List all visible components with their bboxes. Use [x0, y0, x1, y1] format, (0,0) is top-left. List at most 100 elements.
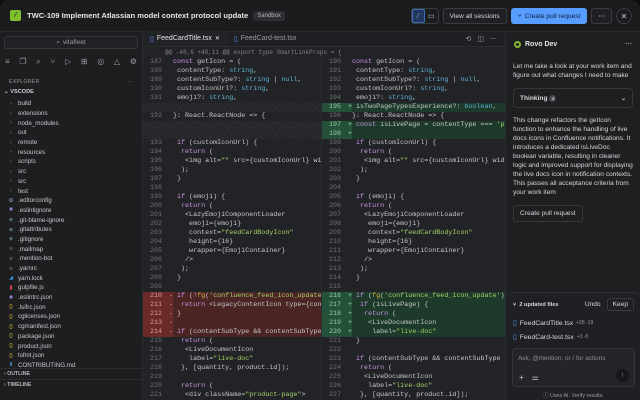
editor-more-icon[interactable]: ⋯ [490, 35, 497, 43]
code-line: 190 customIconUrl?: string, [143, 85, 321, 94]
chat-input[interactable]: Ask, @mention, or / for actions + ⚌ ↑ [512, 348, 635, 387]
timeline-section[interactable]: › TIMELINE [0, 379, 143, 389]
tree-item[interactable]: › extensions [0, 109, 142, 119]
diff-marker [344, 202, 352, 211]
tree-item[interactable]: › node_modules [0, 118, 142, 128]
code-line: 201 <img alt="" src={customIconUrl} widt… [322, 157, 505, 166]
tree-root[interactable]: ⌄ VSCODE [0, 89, 142, 99]
tree-item[interactable]: › test [0, 186, 142, 196]
view-toggle[interactable]: ⁄ ▭ [410, 8, 439, 24]
diff-marker [344, 157, 352, 166]
undo-button[interactable]: Undo [582, 299, 604, 310]
code-view-icon[interactable]: ⁄ [411, 9, 425, 23]
tree-item[interactable]: › resources [0, 147, 142, 157]
tree-item[interactable]: {} cglicenses.json [0, 312, 142, 322]
explorer-more-button[interactable]: ⋯ [128, 79, 134, 85]
diff-marker [344, 184, 352, 193]
tree-item[interactable]: {} .lsifrc.json [0, 302, 142, 312]
tree-item[interactable]: ◢ yarn.lock [0, 273, 142, 283]
tree-item[interactable]: ◆ .gitattributes [0, 225, 142, 235]
line-number: 203 [149, 229, 162, 237]
code-line: 205 wrapper={EmojiContainer} [143, 247, 321, 256]
preview-view-icon[interactable]: ▭ [425, 9, 438, 23]
more-button[interactable]: ⋯ [591, 8, 612, 24]
line-number: 206 [328, 202, 341, 210]
code-text: } [352, 274, 361, 282]
tab-feedcard-test[interactable]: ▯ FeedCard-test.tsx [227, 31, 304, 46]
tree-item[interactable]: ≡ .yarnrc [0, 264, 142, 274]
changed-file[interactable]: ▯ FeedCard-test.tsx +3 -5 [506, 330, 640, 344]
modified-pane[interactable]: 190 const getIcon = (191 contentType: str… [322, 58, 505, 400]
diff-marker: + [344, 130, 353, 139]
code-text: <LiveDocumentIcon [352, 319, 437, 327]
tree-item[interactable]: › src [0, 177, 142, 187]
tree-item[interactable]: ≡ .mention-bot [0, 254, 142, 264]
tree-item[interactable]: ⚙ .editorconfig [0, 196, 142, 206]
tree-item[interactable]: ▮ gulpfile.js [0, 283, 142, 293]
code-line: 200 return ( [143, 202, 321, 211]
line-number: 190 [328, 58, 341, 66]
create-pull-request-button[interactable]: ⑂ Create pull request [510, 8, 588, 24]
line-number: 195 [149, 157, 162, 165]
tree-item[interactable]: › scripts [0, 157, 142, 167]
tree-item-label: extensions [18, 110, 48, 118]
extensions-icon[interactable]: ⊞ [81, 57, 88, 67]
thinking-dropdown[interactable]: Thinking 4 ⌄ [513, 88, 633, 108]
diff-marker [344, 274, 352, 283]
tree-item[interactable]: › src [0, 167, 142, 177]
tab-close-icon[interactable]: ✕ [215, 35, 220, 42]
search-input[interactable]: ⌕ vitafleet [4, 36, 138, 49]
tree-item[interactable]: ◆ .git-blame-ignore [0, 215, 142, 225]
search-icon: ⌕ [56, 38, 60, 46]
source-control-icon[interactable]: ⑂ [50, 57, 55, 67]
split-editor-icon[interactable]: ◫ [477, 35, 484, 43]
tree-item[interactable]: › build [0, 99, 142, 109]
line-number: 210 [328, 238, 341, 246]
tab-feedcardtitle[interactable]: ▯ FeedCardTitle.tsx ✕ [143, 31, 227, 46]
changed-file[interactable]: ▯ FeedCardTitle.tsx +28 -19 [506, 316, 640, 330]
tree-item[interactable]: ✺ .eslintrc.json [0, 293, 142, 303]
remote-icon[interactable]: ◎ [97, 57, 104, 67]
code-text: return ( [360, 364, 393, 372]
tree-item[interactable]: ◆ .gitignore [0, 235, 142, 245]
tree-item[interactable]: {} tsfmt.json [0, 351, 142, 361]
code-text: if (!fg('confluence_feed_icon_update')) … [177, 292, 322, 300]
tree-item[interactable]: ✺ .eslintignore [0, 206, 142, 216]
tree-item[interactable]: {} package.json [0, 332, 142, 342]
run-debug-icon[interactable]: ▷ [65, 57, 71, 67]
atlassian-icon[interactable]: △ [114, 57, 120, 67]
tree-item[interactable]: {} cgmanifest.json [0, 322, 142, 332]
keep-button[interactable]: Keep [606, 298, 634, 311]
line-number: 196 [149, 166, 162, 174]
files-icon[interactable]: ❐ [19, 57, 26, 67]
original-pane[interactable]: 187 const getIcon = (188 contentType: str… [143, 58, 322, 400]
panel-more-button[interactable]: ⋯ [625, 40, 632, 48]
code-line: 204 height={16} [143, 238, 321, 247]
settings-sliders-icon[interactable]: ⚌ [532, 373, 539, 382]
line-number: 226 [328, 382, 341, 390]
close-button[interactable]: ✕ [616, 8, 632, 24]
tree-item[interactable]: {} product.json [0, 341, 142, 351]
tree-item[interactable]: › remote [0, 138, 142, 148]
plus-icon[interactable]: + [519, 373, 524, 382]
diff-marker: + [344, 121, 353, 130]
code-text: contentSubType?: string | null, [173, 76, 302, 84]
menu-icon[interactable]: ≡ [5, 57, 10, 67]
code-text: <img alt="" src={customIconUrl} width="1… [173, 157, 322, 165]
create-pr-inline-button[interactable]: Create pull request [513, 205, 583, 222]
tree-item[interactable]: ≡ .mailmap [0, 244, 142, 254]
send-button[interactable]: ↑ [616, 369, 629, 382]
diff-marker [165, 193, 173, 202]
diff-marker [165, 229, 173, 238]
diff-marker [344, 337, 352, 346]
explorer-sidebar: ⌕ vitafleet ≡ ❐ ⌕ ⑂ ▷ ⊞ ◎ △ ⚙ EXPLORER ⋯ ⌄ VSCODE … [0, 32, 143, 400]
tree-item[interactable]: › out [0, 128, 142, 138]
gear-icon[interactable]: ⚙ [130, 57, 137, 67]
diff-marker [165, 139, 173, 148]
outline-section[interactable]: › OUTLINE [0, 368, 143, 378]
diff-marker: - [165, 301, 174, 310]
view-all-sessions-button[interactable]: View all sessions [442, 8, 507, 24]
code-text: } [352, 175, 361, 183]
search-icon[interactable]: ⌕ [36, 57, 40, 67]
open-changes-icon[interactable]: ⟲ [466, 35, 472, 43]
